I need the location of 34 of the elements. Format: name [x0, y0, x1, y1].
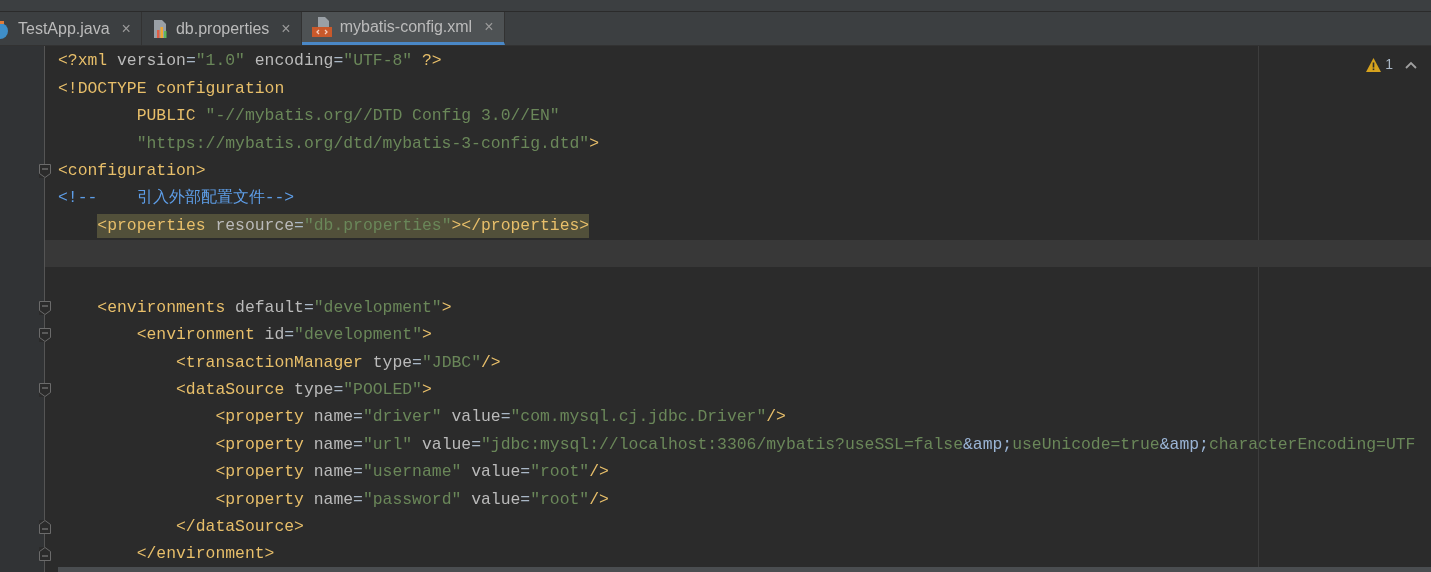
xml-file-icon [311, 17, 332, 37]
code-line: <property name="driver" value="com.mysql.cj.jdbc.Driver"/> [214, 406, 786, 429]
code-line: <transactionManager type="JDBC"/> [175, 351, 501, 374]
code-line: <property name="password" value="root"/> [214, 488, 609, 511]
editor-tab[interactable]: TestApp.java × [0, 12, 142, 45]
code-line: <!DOCTYPE configuration [58, 77, 285, 100]
code-line: <configuration> [58, 159, 206, 182]
editor-tab[interactable]: mybatis-config.xml × [301, 12, 505, 45]
warning-icon[interactable] [1366, 57, 1382, 72]
code-line: <environment id="development"> [135, 324, 432, 347]
fold-marker-icon[interactable] [39, 547, 51, 562]
code-line: </environment> [135, 543, 275, 566]
properties-file-icon [151, 19, 168, 38]
code-line: </dataSource> [175, 516, 304, 539]
code-line: PUBLIC "-//mybatis.org//DTD Config 3.0//EN" [135, 105, 560, 128]
close-icon[interactable]: × [121, 16, 131, 41]
fold-marker-icon[interactable] [39, 300, 51, 315]
code-line: <!-- 引入外部配置文件--> [58, 187, 295, 210]
chevron-up-icon[interactable] [1405, 60, 1417, 69]
code-line: <property name="url" value="jdbc:mysql://localhost:3306/mybatis?useSSL=false&amp;useUnicode=true&amp;characterEncoding=UTF [214, 433, 1416, 456]
horizontal-scrollbar[interactable] [58, 567, 1431, 572]
code-line: <?xml version="1.0" encoding="UTF-8" ?> [58, 50, 442, 73]
code-line: "https://mybatis.org/dtd/mybatis-3-config.dtd"> [135, 132, 599, 155]
fold-marker-icon[interactable] [39, 163, 51, 178]
close-icon[interactable]: × [281, 16, 291, 41]
code-line: <environments default="development"> [96, 296, 452, 319]
fold-marker-icon[interactable] [39, 519, 51, 534]
editor-tab[interactable]: db.properties × [141, 12, 302, 45]
fold-marker-icon[interactable] [39, 327, 51, 342]
warning-count[interactable]: 1 [1385, 54, 1393, 75]
close-icon[interactable]: × [484, 15, 494, 39]
code-line: <property name="username" value="root"/> [214, 461, 609, 484]
code-line: <dataSource type="POOLED"> [175, 379, 432, 402]
fold-marker-icon[interactable] [39, 382, 51, 397]
